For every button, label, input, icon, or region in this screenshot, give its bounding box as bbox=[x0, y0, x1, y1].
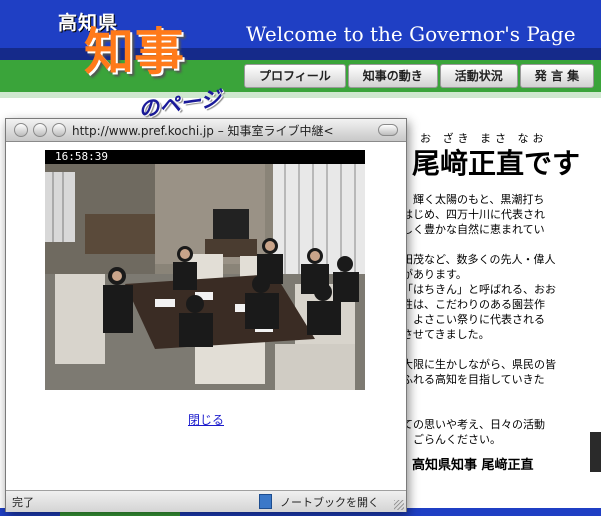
intro-text-line: があります。 bbox=[402, 268, 467, 281]
main-nav: プロフィール 知事の動き 活動状況 発 言 集 bbox=[244, 64, 596, 88]
video-timestamp: 16:58:39 bbox=[55, 150, 108, 163]
load-status: 完了 bbox=[12, 496, 34, 509]
governor-signature: 高知県知事 尾﨑正直 bbox=[412, 458, 534, 473]
intro-text-line: させてきました。 bbox=[402, 328, 490, 341]
open-notebook-button[interactable]: ノートブックを開く bbox=[280, 494, 379, 510]
intro-text-line: 、ごらんください。 bbox=[402, 433, 501, 446]
welcome-heading: Welcome to the Governor's Page bbox=[246, 22, 576, 46]
nav-under-band bbox=[0, 92, 601, 98]
close-window-button[interactable] bbox=[14, 123, 28, 137]
popup-title: http://www.pref.kochi.jp – 知事室ライブ中継< bbox=[72, 124, 334, 138]
meeting-room-image bbox=[45, 164, 365, 390]
nav-profile[interactable]: プロフィール bbox=[244, 64, 346, 88]
nav-activity-status[interactable]: 活動状況 bbox=[439, 64, 518, 88]
intro-text-line: 、輝く太陽のもと、黒潮打ち bbox=[402, 193, 545, 206]
governor-greeting: 尾﨑正直です bbox=[412, 147, 581, 180]
logo-governor: 知事 bbox=[84, 23, 184, 81]
intro-text-line: はじめ、四万十川に代表され bbox=[402, 208, 545, 221]
close-popup-link[interactable]: 閉じる bbox=[6, 411, 406, 428]
intro-text-line: 大限に生かしながら、県民の皆 bbox=[402, 358, 556, 371]
live-video-frame bbox=[45, 164, 365, 390]
intro-text-line: ふれる高知を目指していきた bbox=[402, 373, 545, 386]
video-timestamp-bar: 16:58:39 bbox=[45, 150, 365, 164]
intro-text-line: しく豊かな自然に恵まれてい bbox=[402, 223, 545, 236]
intro-text-line: ての思いや考え、日々の活動 bbox=[402, 418, 545, 431]
side-image-fragment bbox=[590, 432, 601, 472]
popup-titlebar[interactable]: http://www.pref.kochi.jp – 知事室ライブ中継< bbox=[6, 119, 406, 142]
resize-grip-icon[interactable] bbox=[394, 500, 404, 510]
intro-text-line: 、よさこい祭りに代表される bbox=[402, 313, 545, 326]
toolbar-toggle-button[interactable] bbox=[378, 124, 398, 136]
intro-text-line: 「はちきん」と呼ばれる、おお bbox=[402, 283, 556, 296]
nav-statements[interactable]: 発 言 集 bbox=[519, 64, 595, 88]
intro-text-line: 田茂など、数多くの先人・偉人 bbox=[402, 253, 556, 266]
zoom-window-button[interactable] bbox=[52, 123, 66, 137]
live-stream-popup: http://www.pref.kochi.jp – 知事室ライブ中継< 16:… bbox=[5, 118, 407, 512]
notebook-icon[interactable] bbox=[259, 494, 272, 509]
popup-statusbar: 完了 ノートブックを開く bbox=[6, 490, 406, 512]
nav-governor-activities[interactable]: 知事の動き bbox=[347, 64, 438, 88]
minimize-window-button[interactable] bbox=[33, 123, 47, 137]
intro-text-line: 性は、こだわりのある園芸作 bbox=[402, 298, 545, 311]
